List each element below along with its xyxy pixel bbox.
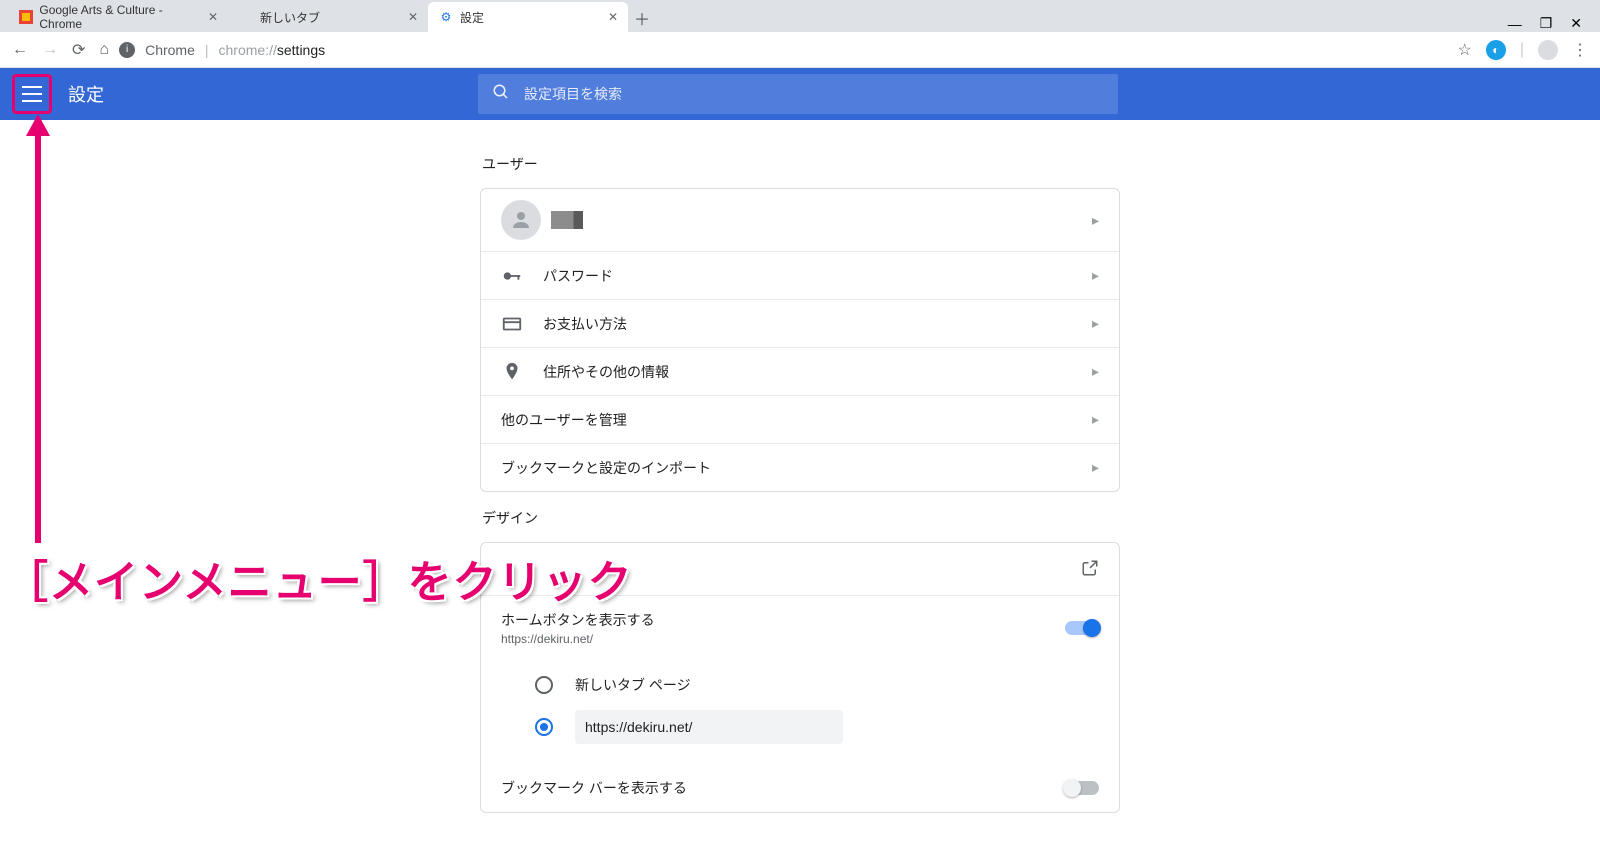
radio-newtab[interactable]: 新しいタブ ページ <box>501 664 1099 706</box>
bookmark-bar-row: ブックマーク バーを表示する <box>481 764 1119 812</box>
arts-favicon-icon <box>18 9 33 25</box>
annotation-arrow <box>26 114 50 544</box>
tab-title: 設定 <box>460 9 484 26</box>
row-sublabel: https://dekiru.net/ <box>501 632 655 646</box>
profile-avatar-icon[interactable] <box>1538 40 1558 60</box>
new-tab-button[interactable]: ＋ <box>628 4 656 32</box>
forward-icon[interactable]: → <box>42 41 58 59</box>
settings-content: ユーザー ▸ パスワード ▸ お支払い方法 ▸ 住所やその他の情報 ▸ <box>480 120 1120 853</box>
radio-icon <box>535 718 553 736</box>
annotation-callout: ［メインメニュー］をクリック <box>4 546 633 610</box>
bookmark-bar-toggle[interactable] <box>1065 781 1099 795</box>
chevron-right-icon: ▸ <box>1092 212 1099 229</box>
chevron-right-icon: ▸ <box>1092 363 1099 380</box>
address-row[interactable]: 住所やその他の情報 ▸ <box>481 347 1119 395</box>
maximize-icon[interactable]: ❐ <box>1540 15 1553 32</box>
tab-title: 新しいタブ <box>260 9 320 26</box>
settings-content-scroll[interactable]: ユーザー ▸ パスワード ▸ お支払い方法 ▸ 住所やその他の情報 ▸ <box>0 120 1600 860</box>
close-window-icon[interactable]: ✕ <box>1570 15 1582 32</box>
manage-users-row[interactable]: 他のユーザーを管理 ▸ <box>481 395 1119 443</box>
radio-label: 新しいタブ ページ <box>575 675 691 695</box>
main-menu-button[interactable] <box>12 74 52 114</box>
row-label: ブックマーク バーを表示する <box>501 778 687 798</box>
hamburger-icon <box>22 86 42 102</box>
minimize-icon[interactable]: — <box>1508 16 1522 32</box>
home-url-input[interactable] <box>575 710 843 744</box>
row-label: お支払い方法 <box>543 314 627 334</box>
tab-settings[interactable]: ⚙ 設定 ✕ <box>428 2 628 32</box>
home-radios: 新しいタブ ページ <box>481 660 1119 764</box>
row-label: 他のユーザーを管理 <box>501 410 627 430</box>
chevron-right-icon: ▸ <box>1092 411 1099 428</box>
password-row[interactable]: パスワード ▸ <box>481 251 1119 299</box>
window-controls: — ❐ ✕ <box>1508 15 1592 32</box>
tab-newtab[interactable]: 新しいタブ ✕ <box>228 2 428 32</box>
section-title-user: ユーザー <box>482 154 1120 174</box>
close-icon[interactable]: ✕ <box>408 10 418 24</box>
nav-controls: ← → ⟳ ⌂ <box>12 40 109 60</box>
reload-icon[interactable]: ⟳ <box>72 40 85 60</box>
star-icon[interactable]: ☆ <box>1458 40 1472 60</box>
address-bar: ← → ⟳ ⌂ i Chrome | chrome://settings ☆ ◐… <box>0 32 1600 68</box>
blank-favicon-icon <box>238 9 254 25</box>
user-card: ▸ パスワード ▸ お支払い方法 ▸ 住所やその他の情報 ▸ 他のユーザーを管理… <box>480 188 1120 492</box>
tab-title: Google Arts & Culture - Chrome <box>39 3 202 31</box>
omnibox[interactable]: i Chrome | chrome://settings <box>119 42 1447 58</box>
site-info-icon[interactable]: i <box>119 42 135 58</box>
back-icon[interactable]: ← <box>12 41 28 59</box>
avatar-icon <box>501 200 541 240</box>
search-input[interactable] <box>524 86 1104 102</box>
key-icon <box>501 265 543 287</box>
launch-icon <box>1081 559 1099 580</box>
settings-search[interactable] <box>478 74 1118 114</box>
toolbar-right: ☆ ◐ | ⋮ <box>1458 40 1589 60</box>
chevron-right-icon: ▸ <box>1092 459 1099 476</box>
row-label: パスワード <box>543 266 613 286</box>
home-nav-icon[interactable]: ⌂ <box>99 41 109 59</box>
radio-custom-url[interactable] <box>501 706 1099 748</box>
row-label: ホームボタンを表示する <box>501 610 655 630</box>
radio-icon <box>535 676 553 694</box>
gear-icon: ⚙ <box>438 9 454 25</box>
url-text: chrome://settings <box>219 42 326 58</box>
profile-row[interactable]: ▸ <box>481 189 1119 251</box>
tab-bar: Google Arts & Culture - Chrome ✕ 新しいタブ ✕… <box>0 0 1600 32</box>
section-title-design: デザイン <box>482 508 1120 528</box>
close-icon[interactable]: ✕ <box>608 10 618 24</box>
extension-icon[interactable]: ◐ <box>1486 40 1506 60</box>
search-icon <box>492 83 510 106</box>
payment-row[interactable]: お支払い方法 ▸ <box>481 299 1119 347</box>
row-label: ブックマークと設定のインポート <box>501 458 711 478</box>
pin-icon <box>501 361 543 383</box>
menu-dots-icon[interactable]: ⋮ <box>1572 40 1588 60</box>
chevron-right-icon: ▸ <box>1092 267 1099 284</box>
profile-name-redacted <box>551 211 583 229</box>
tab-arts[interactable]: Google Arts & Culture - Chrome ✕ <box>8 2 228 32</box>
settings-header: 設定 <box>0 68 1600 120</box>
card-icon <box>501 313 543 335</box>
page-title: 設定 <box>68 81 104 107</box>
import-row[interactable]: ブックマークと設定のインポート ▸ <box>481 443 1119 491</box>
row-label: 住所やその他の情報 <box>543 362 669 382</box>
url-scheme: Chrome <box>145 42 195 58</box>
close-icon[interactable]: ✕ <box>208 10 218 24</box>
home-button-toggle[interactable] <box>1065 621 1099 635</box>
chevron-right-icon: ▸ <box>1092 315 1099 332</box>
